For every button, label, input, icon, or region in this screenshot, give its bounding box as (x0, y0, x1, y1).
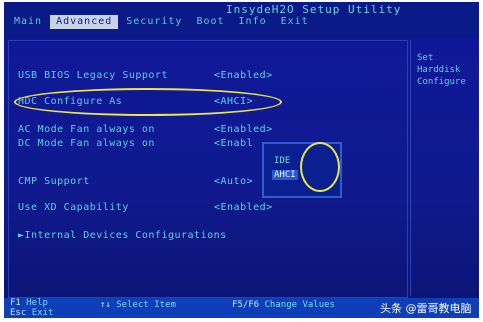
key-change-values: F5/F6 Change Values (232, 300, 335, 310)
setting-usb-bios-legacy-support[interactable]: USB BIOS Legacy Support <Enabled> (18, 70, 272, 81)
bios-screen: InsydeH2O Setup Utility Main Advanced Se… (4, 2, 479, 318)
submenu-label: ►Internal Devices Configurations (18, 230, 227, 241)
tab-security[interactable]: Security (120, 15, 188, 29)
tab-advanced[interactable]: Advanced (50, 15, 119, 29)
key-select-item: ↑↓ Select Item (100, 300, 176, 310)
setting-cmp-support[interactable]: CMP Support <Auto> (18, 176, 253, 187)
tab-info[interactable]: Info (233, 15, 273, 29)
help-text: Set Harddisk Configure (417, 53, 466, 87)
key-exit-key: Esc (10, 308, 27, 318)
watermark-text: 头条 @雷哥教电脑 (380, 302, 472, 315)
key-change-key: F5/F6 (232, 300, 260, 310)
submenu-internal-devices[interactable]: ►Internal Devices Configurations (18, 230, 227, 241)
key-exit: Esc Exit (10, 308, 53, 318)
setting-dc-mode-fan[interactable]: DC Mode Fan always on <Enabl (18, 138, 253, 149)
setting-use-xd-capability[interactable]: Use XD Capability <Enabled> (18, 202, 272, 213)
setting-value[interactable]: <Enabled> (214, 70, 273, 81)
annotation-oval-ahci (300, 142, 340, 192)
key-help-key: F1 (10, 298, 21, 308)
key-exit-text: Exit (31, 308, 54, 318)
annotation-oval-hdc (14, 88, 282, 116)
top-bar: InsydeH2O Setup Utility Main Advanced Se… (4, 2, 479, 38)
setting-label: AC Mode Fan always on (18, 124, 155, 135)
help-panel: Set Harddisk Configure (410, 40, 476, 296)
setting-label: Use XD Capability (18, 202, 129, 213)
tab-exit[interactable]: Exit (275, 15, 315, 29)
key-help-text: Help (26, 298, 48, 308)
setting-value[interactable]: <Auto> (214, 176, 253, 187)
key-select-text: Select Item (116, 300, 176, 310)
setting-value[interactable]: <Enabl (214, 138, 253, 149)
key-help: F1 Help (10, 298, 48, 308)
popup-option-ide[interactable]: IDE (272, 156, 292, 166)
setting-label: DC Mode Fan always on (18, 138, 155, 149)
tab-main[interactable]: Main (8, 15, 48, 29)
key-change-text: Change Values (264, 300, 335, 310)
setting-value[interactable]: <Enabled> (214, 202, 273, 213)
popup-option-ahci[interactable]: AHCI (272, 170, 298, 180)
key-select-key: ↑↓ (100, 300, 111, 310)
tab-bar: Main Advanced Security Boot Info Exit (8, 15, 315, 29)
setting-label: CMP Support (18, 176, 90, 187)
setting-value[interactable]: <Enabled> (214, 124, 273, 135)
setting-ac-mode-fan[interactable]: AC Mode Fan always on <Enabled> (18, 124, 272, 135)
setting-label: USB BIOS Legacy Support (18, 70, 168, 81)
tab-boot[interactable]: Boot (190, 15, 230, 29)
